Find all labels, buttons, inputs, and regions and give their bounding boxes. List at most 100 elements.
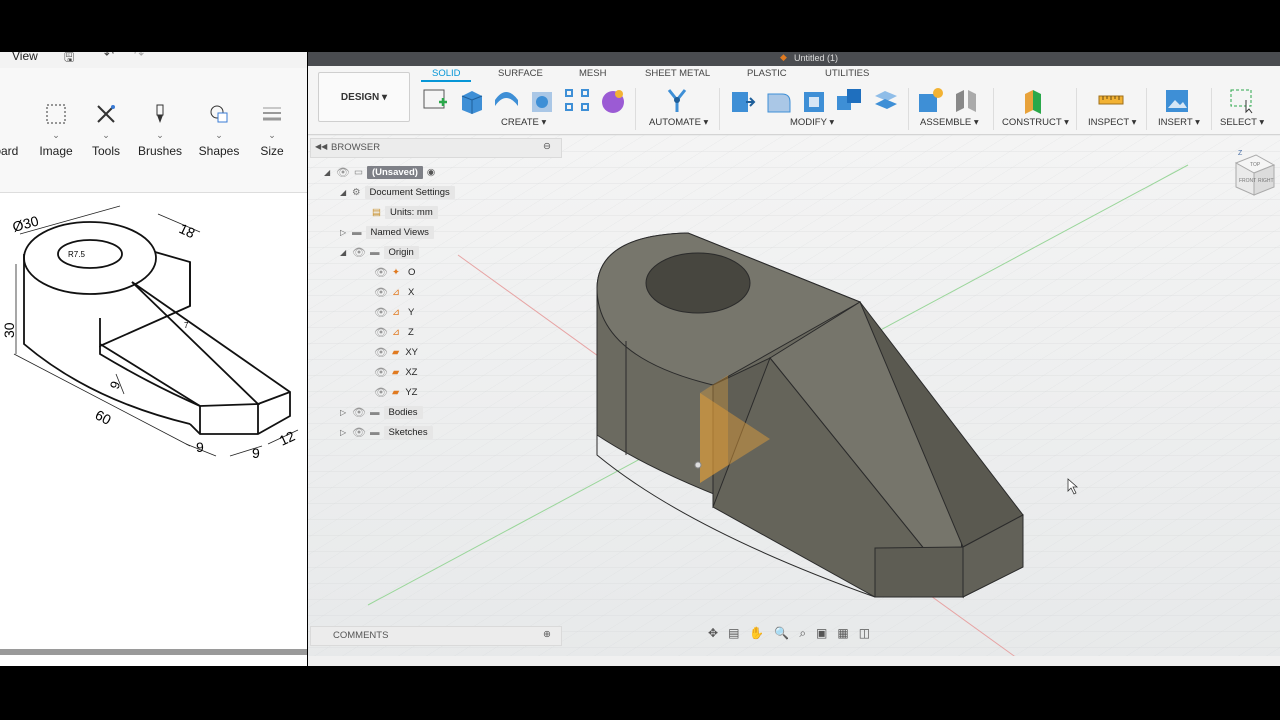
visibility-eye-icon[interactable]: 👁 [352, 246, 366, 259]
tree-row-y-axis[interactable]: 👁 ⊿ Y [374, 303, 414, 321]
tree-row-document-settings[interactable]: ◢ ⚙ Document Settings [340, 183, 455, 201]
tab-plastic[interactable]: PLASTIC [747, 68, 787, 79]
tree-row-xy-plane[interactable]: 👁 ▰ XY [374, 343, 418, 361]
activate-radio-icon[interactable]: ◉ [427, 167, 435, 178]
tree-row-yz-plane[interactable]: 👁 ▰ YZ [374, 383, 417, 401]
visibility-eye-icon[interactable]: 👁 [374, 366, 388, 379]
tab-sheet-metal[interactable]: SHEET METAL [645, 68, 710, 79]
zoom-icon[interactable]: 🔍 [774, 626, 789, 644]
visibility-eye-icon[interactable]: 👁 [374, 266, 388, 279]
group-inspect[interactable]: INSPECT ▾ [1088, 117, 1136, 128]
tree-row-x-axis[interactable]: 👁 ⊿ X [374, 283, 414, 301]
chevron-down-icon: ⌄ [52, 130, 60, 140]
fusion-window: ◆ Untitled (1) DESIGN ▾ SOLID SURFACE ME… [308, 52, 1280, 666]
fit-icon[interactable]: ⌕ [799, 626, 806, 644]
group-create[interactable]: CREATE ▾ [501, 117, 546, 128]
offset-plane-icon[interactable] [1019, 86, 1047, 114]
expand-triangle-icon[interactable]: ◢ [340, 188, 352, 197]
group-insert[interactable]: INSERT ▾ [1158, 117, 1200, 128]
visibility-eye-icon[interactable]: 👁 [352, 406, 366, 419]
tab-surface[interactable]: SURFACE [498, 68, 543, 79]
dim-60: 60 [93, 407, 114, 429]
collapsed-triangle-icon[interactable]: ▷ [340, 228, 352, 237]
collapsed-triangle-icon[interactable]: ▷ [340, 408, 352, 417]
ribbon-group-brushes[interactable]: ⌄ Brushes [135, 98, 185, 158]
viewports-icon[interactable]: ◫ [859, 626, 870, 644]
visibility-eye-icon[interactable]: 👁 [374, 346, 388, 359]
collapse-panel-icon[interactable]: ◀◀ [315, 142, 327, 151]
extrude-icon[interactable] [456, 86, 484, 114]
chevron-down-icon: ⌄ [268, 130, 276, 140]
visibility-eye-icon[interactable]: 👁 [374, 286, 388, 299]
measure-icon[interactable] [1097, 86, 1125, 114]
split-body-icon[interactable] [871, 86, 899, 114]
tree-row-named-views[interactable]: ▷ ▬ Named Views [340, 223, 434, 241]
tab-solid[interactable]: SOLID [432, 68, 461, 79]
tree-row-z-axis[interactable]: 👁 ⊿ Z [374, 323, 414, 341]
group-construct[interactable]: CONSTRUCT ▾ [1002, 117, 1069, 128]
select-box-icon[interactable] [1228, 86, 1256, 114]
timeline-bar[interactable] [308, 656, 1280, 666]
minimize-icon[interactable]: ⊖ [543, 141, 551, 152]
combine-icon[interactable] [835, 86, 863, 114]
navigation-bar: ✥ ▤ ✋ 🔍 ⌕ ▣ ▦ ◫ [708, 626, 908, 644]
origin-point-label: O [407, 266, 416, 278]
tree-row-xz-plane[interactable]: 👁 ▰ XZ [374, 363, 417, 381]
look-at-icon[interactable]: ▤ [728, 626, 739, 644]
collapsed-triangle-icon[interactable]: ▷ [340, 428, 352, 437]
save-icon[interactable]: 🖫 [64, 52, 74, 69]
group-assemble[interactable]: ASSEMBLE ▾ [920, 117, 979, 128]
add-comment-icon[interactable]: ⊕ [543, 629, 551, 640]
fillet-icon[interactable] [764, 86, 792, 114]
hole-icon[interactable] [528, 86, 556, 114]
visibility-eye-icon[interactable]: 👁 [352, 426, 366, 439]
insert-image-icon[interactable] [1163, 86, 1191, 114]
ribbon-group-clipboard[interactable]: board [0, 98, 28, 158]
axis-icon: ⊿ [392, 326, 400, 338]
paint-window: View 🖫 ↶ ↷ board ⌄ Image ⌄ Tools ⌄ Brush… [0, 52, 307, 666]
group-select[interactable]: SELECT ▾ [1220, 117, 1264, 128]
expand-triangle-icon[interactable]: ◢ [340, 248, 352, 257]
viewcube-top-label: TOP [1250, 162, 1261, 168]
undo-icon[interactable]: ↶ [104, 52, 114, 61]
new-component-icon[interactable] [916, 86, 944, 114]
redo-icon[interactable]: ↷ [134, 52, 144, 61]
workspace-switcher-button[interactable]: DESIGN ▾ [318, 72, 410, 122]
comments-panel[interactable]: COMMENTS ⊕ [310, 626, 562, 646]
revolve-icon[interactable] [492, 86, 520, 114]
ribbon-group-shapes[interactable]: ⌄ Shapes [194, 98, 244, 158]
joint-icon[interactable] [952, 86, 980, 114]
display-settings-icon[interactable]: ▣ [816, 626, 827, 644]
tree-row-sketches[interactable]: ▷ 👁 ▬ Sketches [340, 423, 433, 441]
visibility-eye-icon[interactable]: 👁 [374, 326, 388, 339]
units-icon: ▤ [372, 206, 381, 218]
tree-row-origin-point[interactable]: 👁 ✦ O [374, 263, 415, 281]
group-modify[interactable]: MODIFY ▾ [790, 117, 834, 128]
tree-row-units[interactable]: ▤ Units: mm [372, 203, 438, 221]
shell-icon[interactable] [800, 86, 828, 114]
ribbon-group-size[interactable]: ⌄ Size [247, 98, 297, 158]
orbit-icon[interactable]: ✥ [708, 626, 718, 644]
ribbon-group-tools[interactable]: ⌄ Tools [81, 98, 131, 158]
ribbon-group-image[interactable]: ⌄ Image [31, 98, 81, 158]
tab-utilities[interactable]: UTILITIES [825, 68, 869, 79]
tree-row-root[interactable]: ◢ 👁 ▭ (Unsaved) ◉ [324, 163, 435, 181]
axis-icon: ⊿ [392, 286, 400, 298]
visibility-eye-icon[interactable]: 👁 [336, 166, 350, 179]
visibility-eye-icon[interactable]: 👁 [374, 306, 388, 319]
y-axis-label: Y [407, 306, 415, 318]
pan-icon[interactable]: ✋ [749, 626, 764, 644]
create-form-icon[interactable] [599, 86, 627, 114]
automate-icon[interactable] [663, 86, 691, 114]
tab-mesh[interactable]: MESH [579, 68, 606, 79]
group-automate[interactable]: AUTOMATE ▾ [649, 117, 708, 128]
pattern-icon[interactable] [563, 86, 591, 114]
tree-row-bodies[interactable]: ▷ 👁 ▬ Bodies [340, 403, 423, 421]
visibility-eye-icon[interactable]: 👁 [374, 386, 388, 399]
create-sketch-icon[interactable] [421, 86, 449, 114]
grid-settings-icon[interactable]: ▦ [837, 626, 848, 644]
expand-triangle-icon[interactable]: ◢ [324, 168, 336, 177]
tree-row-origin[interactable]: ◢ 👁 ▬ Origin [340, 243, 419, 261]
press-pull-icon[interactable] [728, 86, 756, 114]
menu-view[interactable]: View [12, 52, 38, 63]
